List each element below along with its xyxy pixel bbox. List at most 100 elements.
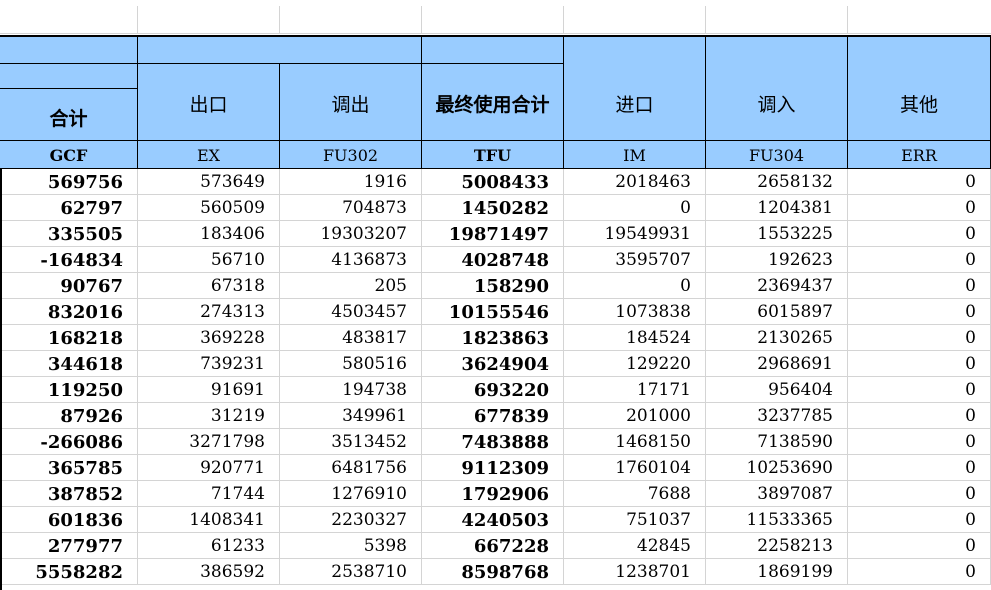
empty-cell[interactable] <box>0 6 138 34</box>
spreadsheet-grid[interactable]: 合计 出口 调出 最终使用合计 进口 调入 其他 GCF EX FU302 TF… <box>0 0 991 590</box>
table-cell[interactable]: 2968691 <box>706 351 848 377</box>
header-cell-blank-tfu[interactable] <box>422 37 564 64</box>
table-cell[interactable]: 67318 <box>138 273 280 299</box>
table-cell[interactable]: 580516 <box>280 351 422 377</box>
table-cell[interactable]: 751037 <box>564 507 706 533</box>
table-cell[interactable]: 3513452 <box>280 429 422 455</box>
header-cell-final-use[interactable]: 最终使用合计 <box>422 64 564 141</box>
table-cell[interactable]: 274313 <box>138 299 280 325</box>
table-cell[interactable]: 7138590 <box>706 429 848 455</box>
table-cell[interactable]: 0 <box>848 299 991 325</box>
table-cell[interactable]: 11533365 <box>706 507 848 533</box>
table-cell[interactable]: 693220 <box>422 377 564 403</box>
table-cell[interactable]: 0 <box>848 377 991 403</box>
table-cell[interactable]: 1916 <box>280 169 422 195</box>
table-cell[interactable]: 194738 <box>280 377 422 403</box>
table-cell[interactable]: 4240503 <box>422 507 564 533</box>
table-cell[interactable]: 1450282 <box>422 195 564 221</box>
table-cell[interactable]: -164834 <box>0 247 138 273</box>
table-cell[interactable]: 1760104 <box>564 455 706 481</box>
table-cell[interactable]: 349961 <box>280 403 422 429</box>
header-cell-blank-mid[interactable] <box>0 64 138 89</box>
table-cell[interactable]: 3237785 <box>706 403 848 429</box>
table-cell[interactable]: 483817 <box>280 325 422 351</box>
table-cell[interactable]: 1073838 <box>564 299 706 325</box>
table-cell[interactable]: 9112309 <box>422 455 564 481</box>
table-cell[interactable]: 4028748 <box>422 247 564 273</box>
table-cell[interactable]: 31219 <box>138 403 280 429</box>
table-cell[interactable]: 1408341 <box>138 507 280 533</box>
code-cell-im[interactable]: IM <box>564 141 706 169</box>
table-cell[interactable]: 3271798 <box>138 429 280 455</box>
table-cell[interactable]: 3595707 <box>564 247 706 273</box>
table-cell[interactable]: 2369437 <box>706 273 848 299</box>
table-cell[interactable]: 19303207 <box>280 221 422 247</box>
table-cell[interactable]: 0 <box>564 273 706 299</box>
table-cell[interactable]: 71744 <box>138 481 280 507</box>
table-cell[interactable]: 0 <box>848 533 991 559</box>
table-cell[interactable]: 1553225 <box>706 221 848 247</box>
table-cell[interactable]: 183406 <box>138 221 280 247</box>
header-cell-blank-top[interactable] <box>0 37 138 64</box>
table-cell[interactable]: 677839 <box>422 403 564 429</box>
table-cell[interactable]: 8598768 <box>422 559 564 585</box>
table-cell[interactable]: 2018463 <box>564 169 706 195</box>
header-cell-blank-merged[interactable] <box>138 37 422 64</box>
header-cell-inflow[interactable]: 调入 <box>706 37 848 141</box>
table-cell[interactable]: 369228 <box>138 325 280 351</box>
table-cell[interactable]: 19549931 <box>564 221 706 247</box>
table-cell[interactable]: 956404 <box>706 377 848 403</box>
table-cell[interactable]: 365785 <box>0 455 138 481</box>
empty-cell[interactable] <box>564 6 706 34</box>
table-cell[interactable]: 158290 <box>422 273 564 299</box>
empty-cell[interactable] <box>138 6 280 34</box>
table-cell[interactable]: 56710 <box>138 247 280 273</box>
header-cell-total[interactable]: 合计 <box>0 89 138 141</box>
header-cell-import[interactable]: 进口 <box>564 37 706 141</box>
table-cell[interactable]: 0 <box>848 403 991 429</box>
table-cell[interactable]: 0 <box>848 195 991 221</box>
table-cell[interactable]: 704873 <box>280 195 422 221</box>
table-cell[interactable]: 17171 <box>564 377 706 403</box>
table-cell[interactable]: 61233 <box>138 533 280 559</box>
table-cell[interactable]: 1869199 <box>706 559 848 585</box>
table-cell[interactable]: 560509 <box>138 195 280 221</box>
table-cell[interactable]: 0 <box>564 195 706 221</box>
table-cell[interactable]: 0 <box>848 429 991 455</box>
table-cell[interactable]: 2658132 <box>706 169 848 195</box>
table-cell[interactable]: 201000 <box>564 403 706 429</box>
table-cell[interactable]: 129220 <box>564 351 706 377</box>
table-cell[interactable]: 3897087 <box>706 481 848 507</box>
empty-cell[interactable] <box>422 6 564 34</box>
table-cell[interactable]: 1792906 <box>422 481 564 507</box>
table-cell[interactable]: 569756 <box>0 169 138 195</box>
table-cell[interactable]: 62797 <box>0 195 138 221</box>
code-cell-err[interactable]: ERR <box>848 141 991 169</box>
table-cell[interactable]: 0 <box>848 325 991 351</box>
table-cell[interactable]: 19871497 <box>422 221 564 247</box>
table-cell[interactable]: 168218 <box>0 325 138 351</box>
table-cell[interactable]: 119250 <box>0 377 138 403</box>
table-cell[interactable]: 2538710 <box>280 559 422 585</box>
table-cell[interactable]: 277977 <box>0 533 138 559</box>
table-cell[interactable]: 184524 <box>564 325 706 351</box>
table-cell[interactable]: 667228 <box>422 533 564 559</box>
table-cell[interactable]: 5398 <box>280 533 422 559</box>
table-cell[interactable]: 87926 <box>0 403 138 429</box>
table-cell[interactable]: 3624904 <box>422 351 564 377</box>
table-cell[interactable]: 0 <box>848 559 991 585</box>
table-cell[interactable]: 2258213 <box>706 533 848 559</box>
table-cell[interactable]: 601836 <box>0 507 138 533</box>
table-cell[interactable]: 5008433 <box>422 169 564 195</box>
table-cell[interactable]: 7483888 <box>422 429 564 455</box>
table-cell[interactable]: 91691 <box>138 377 280 403</box>
table-cell[interactable]: 6481756 <box>280 455 422 481</box>
table-cell[interactable]: 0 <box>848 273 991 299</box>
table-cell[interactable]: 205 <box>280 273 422 299</box>
empty-cell[interactable] <box>848 6 991 34</box>
table-cell[interactable]: 832016 <box>0 299 138 325</box>
table-cell[interactable]: 5558282 <box>0 559 138 585</box>
table-cell[interactable]: 1823863 <box>422 325 564 351</box>
table-cell[interactable]: 1468150 <box>564 429 706 455</box>
table-cell[interactable]: 387852 <box>0 481 138 507</box>
